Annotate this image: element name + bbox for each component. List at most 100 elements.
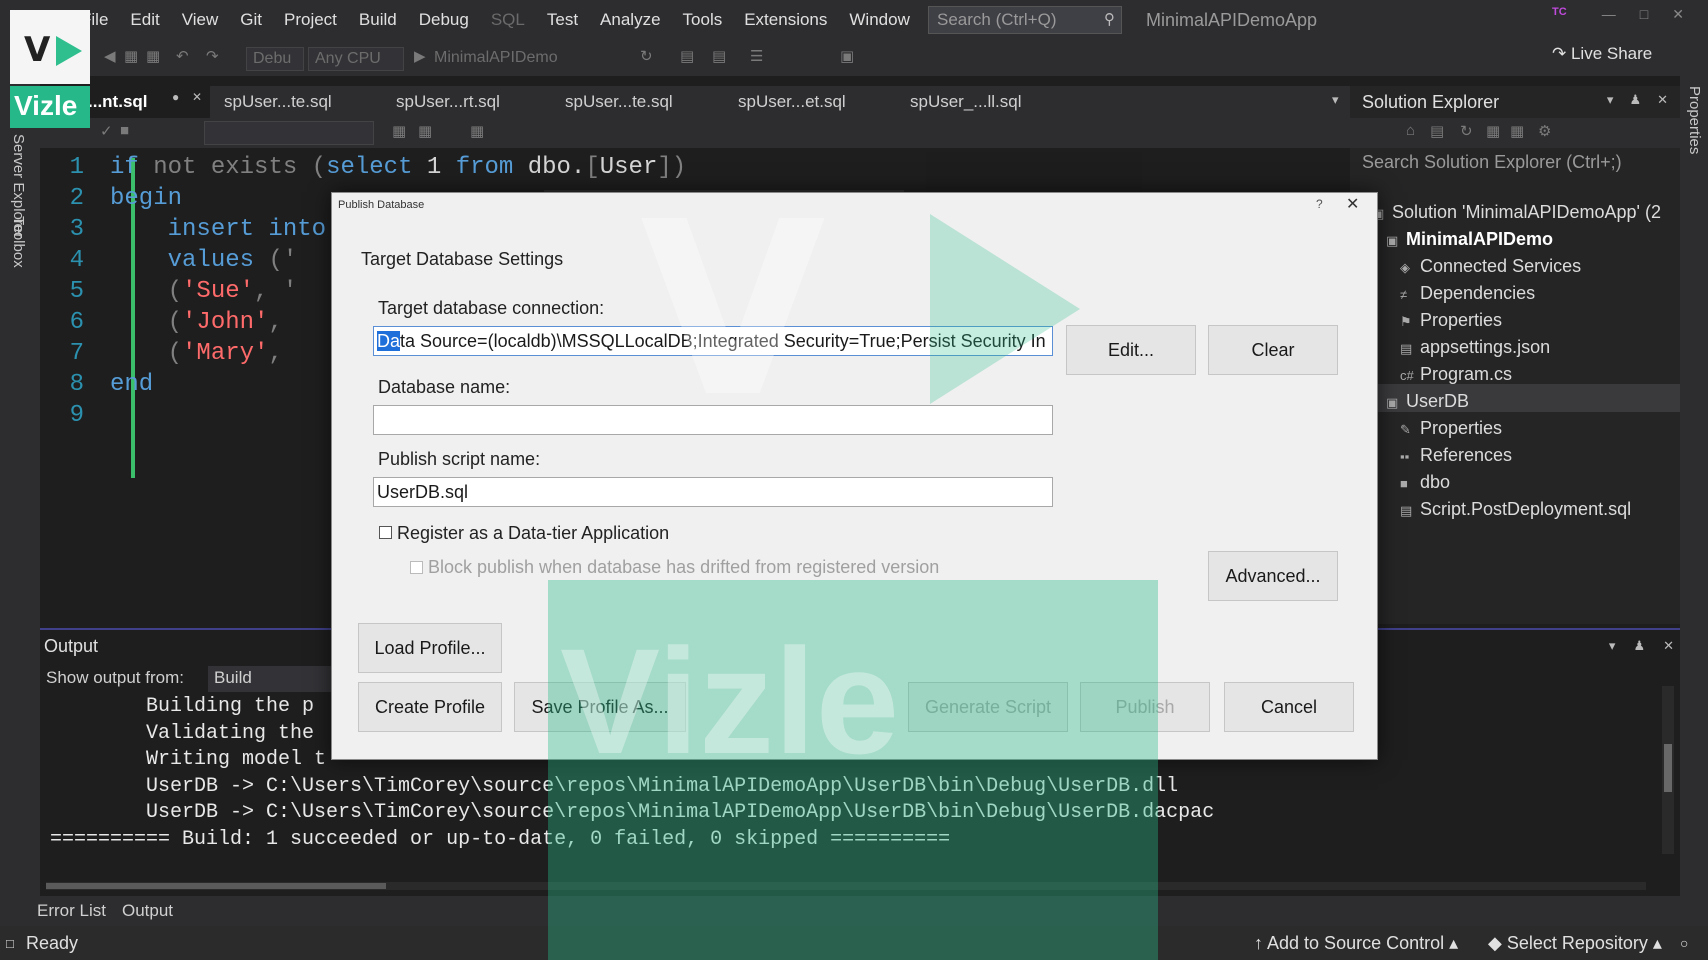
maximize-icon[interactable]: □	[1640, 6, 1648, 23]
cancel-button[interactable]: Cancel	[1224, 682, 1354, 732]
search-box[interactable]: Search (Ctrl+Q) ⚲	[928, 6, 1122, 34]
script-name-field[interactable]: UserDB.sql	[373, 477, 1053, 507]
tree-item[interactable]: ■ dbo	[1400, 472, 1450, 493]
generate-script-button[interactable]: Generate Script	[908, 682, 1068, 732]
platform-combo[interactable]: Any CPU	[308, 47, 404, 71]
menu-edit[interactable]: Edit	[119, 10, 170, 30]
live-share-button[interactable]: ↷ Live Share	[1552, 44, 1652, 64]
connection-field[interactable]: Data Source=(localdb)\MSSQLLocalDB;Integ…	[373, 326, 1053, 356]
document-tab[interactable]: spUser_...ll.sql	[902, 86, 1062, 118]
window-icon[interactable]: ▤	[680, 47, 694, 69]
close-tab-icon[interactable]: ✕	[192, 90, 202, 104]
help-icon[interactable]: ?	[1316, 197, 1323, 211]
tree-item[interactable]: ▤ Script.PostDeployment.sql	[1400, 499, 1631, 520]
menu-extensions[interactable]: Extensions	[733, 10, 838, 30]
results-icon[interactable]: ▦	[418, 122, 432, 144]
database-name-field[interactable]	[373, 405, 1053, 435]
publish-button[interactable]: Publish	[1080, 682, 1210, 732]
menu-debug[interactable]: Debug	[408, 10, 480, 30]
tree-item[interactable]: ▪▪ References	[1400, 445, 1512, 466]
document-tab[interactable]: spUser...te.sql	[557, 86, 717, 118]
menu-window[interactable]: Window	[838, 10, 920, 30]
status-ready: Ready	[26, 933, 79, 953]
check-icon[interactable]: ✓	[100, 122, 113, 144]
line-number: 3	[69, 216, 84, 243]
tab-error-list[interactable]: Error List	[37, 901, 106, 921]
menu-build[interactable]: Build	[348, 10, 408, 30]
bookmark-icon[interactable]: ▣	[840, 47, 854, 69]
clear-button[interactable]: Clear	[1208, 325, 1338, 375]
document-tab[interactable]: spUser...rt.sql	[388, 86, 548, 118]
code-token: User	[599, 154, 658, 181]
grid-icon[interactable]: ▦	[392, 122, 406, 144]
plan-icon[interactable]: ▦	[470, 122, 484, 144]
tree-item[interactable]: ▣ Solution 'MinimalAPIDemoApp' (2	[1372, 202, 1661, 223]
window-icon-2[interactable]: ▤	[712, 47, 726, 69]
sync-icon[interactable]: ↻	[1460, 122, 1473, 144]
advanced-button[interactable]: Advanced...	[1208, 551, 1338, 601]
menu-analyze[interactable]: Analyze	[589, 10, 671, 30]
collapse-icon[interactable]: ▦	[1486, 122, 1500, 144]
document-tab[interactable]: ...nt.sql ● ✕	[80, 86, 210, 118]
switch-view-icon[interactable]: ▤	[1430, 122, 1444, 144]
edit-button[interactable]: Edit...	[1066, 325, 1196, 375]
tree-item[interactable]: ⚑ Properties	[1400, 310, 1502, 331]
chevron-down-icon[interactable]: ▾	[1609, 638, 1616, 654]
menu-git[interactable]: Git	[229, 10, 273, 30]
comment-icon[interactable]: ☰	[750, 47, 763, 69]
scrollbar-thumb[interactable]	[46, 883, 386, 889]
back-icon[interactable]: ◀	[104, 47, 116, 69]
save-profile-button[interactable]: Save Profile As...	[514, 682, 686, 732]
menu-tools[interactable]: Tools	[672, 10, 734, 30]
home-icon[interactable]: ⌂	[1406, 122, 1415, 144]
tree-item[interactable]: ▣ MinimalAPIDemo	[1386, 229, 1553, 250]
menu-sql[interactable]: SQL	[480, 10, 536, 30]
tree-item[interactable]: ≠ Dependencies	[1400, 283, 1535, 304]
menu-view[interactable]: View	[171, 10, 230, 30]
create-profile-button[interactable]: Create Profile	[358, 682, 502, 732]
tree-item[interactable]: ◈ Connected Services	[1400, 256, 1581, 277]
save-all-icon[interactable]: ▦	[146, 47, 160, 69]
tree-item[interactable]: ✎ Properties	[1400, 418, 1502, 439]
toolbox-tab[interactable]: Toolbox	[10, 216, 27, 268]
settings-icon[interactable]: ⚙	[1538, 122, 1551, 144]
tree-item[interactable]: ▤ appsettings.json	[1400, 337, 1550, 358]
scrollbar-thumb[interactable]	[1664, 744, 1672, 792]
output-horizontal-scrollbar[interactable]	[46, 882, 1646, 890]
output-vertical-scrollbar[interactable]	[1662, 686, 1674, 854]
pin-icon[interactable]: ♟	[1629, 92, 1641, 108]
refresh-icon[interactable]: ↻	[640, 47, 653, 69]
undo-icon[interactable]: ↶	[176, 47, 189, 69]
document-tab[interactable]: spUser...et.sql	[730, 86, 890, 118]
menu-test[interactable]: Test	[536, 10, 589, 30]
tab-overflow-icon[interactable]: ▾	[1332, 92, 1339, 108]
chevron-down-icon[interactable]: ▾	[1607, 92, 1614, 108]
account-avatar[interactable]: TC	[1552, 6, 1568, 22]
tree-item[interactable]: ▣ UserDB	[1386, 391, 1469, 412]
document-tab[interactable]: spUser...te.sql	[216, 86, 376, 118]
menu-project[interactable]: Project	[273, 10, 348, 30]
execute-icon[interactable]: ■	[120, 122, 129, 144]
solution-search[interactable]: Search Solution Explorer (Ctrl+;)	[1362, 148, 1662, 178]
notifications-icon[interactable]: ○	[1680, 935, 1688, 951]
database-combo[interactable]	[204, 121, 374, 145]
register-checkbox[interactable]	[379, 526, 392, 539]
start-icon[interactable]: ▶	[414, 47, 426, 69]
tab-output[interactable]: Output	[122, 901, 173, 921]
pin-icon[interactable]: ♟	[1633, 638, 1645, 654]
redo-icon[interactable]: ↷	[206, 47, 219, 69]
load-profile-button[interactable]: Load Profile...	[358, 623, 502, 673]
properties-tab[interactable]: Properties	[1686, 86, 1703, 154]
select-repository-button[interactable]: ◆ Select Repository ▴	[1488, 933, 1662, 954]
close-panel-icon[interactable]: ✕	[1657, 92, 1668, 108]
tree-item[interactable]: c# Program.cs	[1400, 364, 1512, 385]
save-icon[interactable]: ▦	[124, 47, 138, 69]
minimize-icon[interactable]: —	[1602, 6, 1616, 23]
startup-project[interactable]: MinimalAPIDemo	[428, 47, 592, 71]
dialog-close-icon[interactable]: ✕	[1346, 194, 1359, 214]
config-combo[interactable]: Debu	[246, 47, 304, 71]
close-panel-icon[interactable]: ✕	[1663, 638, 1674, 654]
show-all-icon[interactable]: ▦	[1510, 122, 1524, 144]
add-source-control-button[interactable]: ↑ Add to Source Control ▴	[1254, 933, 1458, 954]
close-icon[interactable]: ✕	[1672, 6, 1684, 23]
